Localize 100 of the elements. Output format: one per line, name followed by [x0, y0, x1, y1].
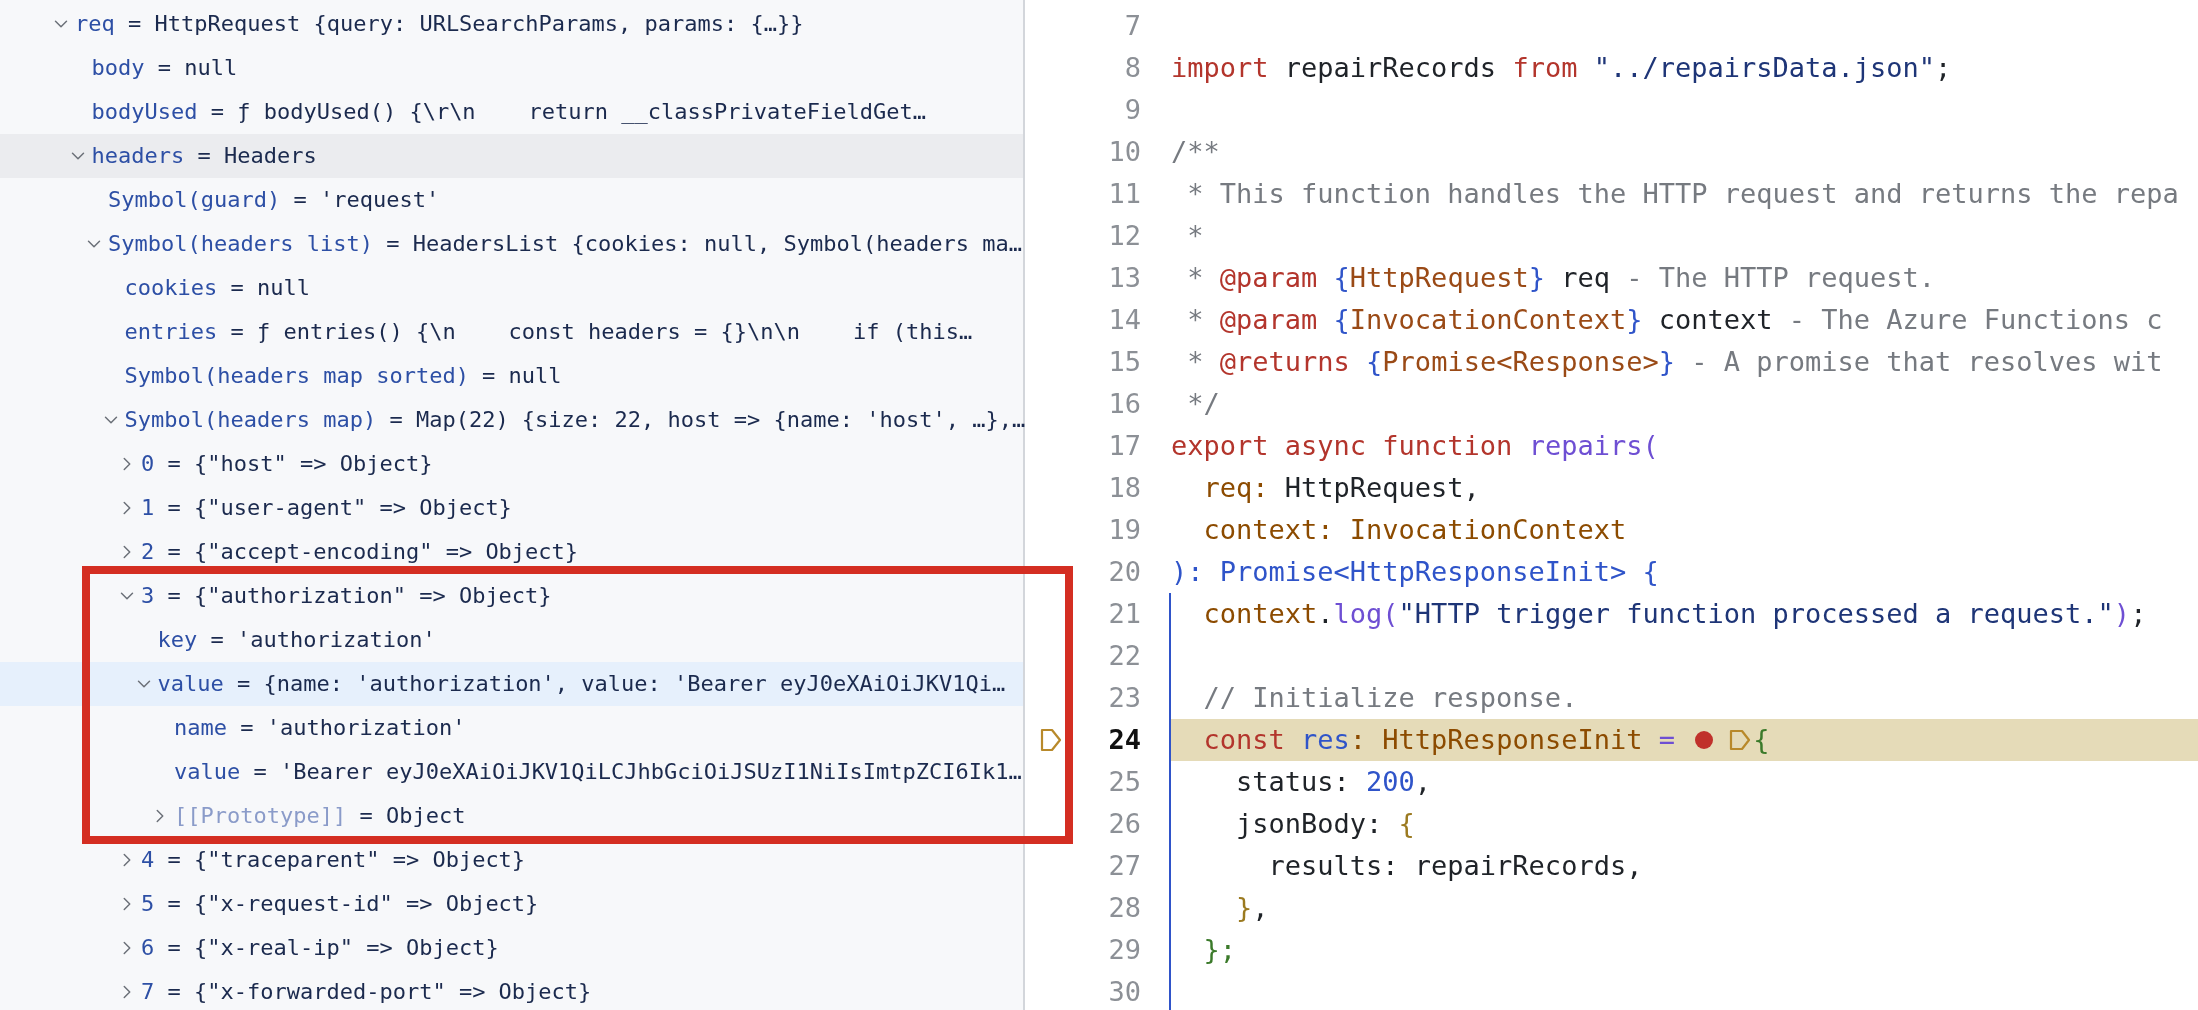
- variable-row[interactable]: cookies = null: [0, 266, 1023, 310]
- variable-value: = {"user-agent" => Object}: [166, 495, 512, 521]
- line-number: 7: [1123, 10, 1142, 42]
- variable-value: = 'request': [292, 187, 440, 213]
- line-number: 10: [1107, 136, 1142, 168]
- code-token: ;: [1935, 52, 1952, 84]
- variable-row[interactable]: body = null: [0, 46, 1023, 90]
- tag-icon[interactable]: [1039, 726, 1063, 754]
- code-token: "HTTP trigger function processed a request.": [1398, 598, 2114, 630]
- code-token: - A promise that resolves wit: [1690, 346, 2163, 378]
- code-token: ,: [1414, 766, 1432, 798]
- variable-row[interactable]: 0 = {"host" => Object}: [0, 442, 1023, 486]
- line-number: 24: [1107, 724, 1142, 756]
- variable-name: key: [157, 627, 198, 653]
- code-token: export async function: [1171, 430, 1514, 462]
- variable-name: 7: [141, 979, 155, 1005]
- code-token: 200: [1366, 766, 1415, 798]
- code-token: from: [1512, 52, 1578, 84]
- variable-row[interactable]: Symbol(headers map) = Map(22) {size: 22, host => {name: 'host', …},…: [0, 398, 1023, 442]
- code-token: * This function handles the HTTP request and returns the repa: [1186, 178, 2179, 210]
- line-number: 16: [1107, 388, 1142, 420]
- line-number: 15: [1107, 346, 1142, 378]
- variable-row[interactable]: entries = ƒ entries() {\n const headers = {}\n\n if (this…: [0, 310, 1023, 354]
- code-token: *: [1186, 220, 1204, 252]
- code-token: }: [1626, 304, 1643, 336]
- variable-row[interactable]: 3 = {"authorization" => Object}: [0, 574, 1023, 618]
- variable-row[interactable]: 2 = {"accept-encoding" => Object}: [0, 530, 1023, 574]
- variable-name: req: [75, 11, 115, 37]
- variable-value: = null: [481, 363, 562, 389]
- line-number: 17: [1107, 430, 1142, 462]
- breakpoint-dot-icon[interactable]: [1695, 731, 1714, 749]
- variable-row[interactable]: headers = Headers: [0, 134, 1023, 178]
- variable-row[interactable]: Symbol(headers map sorted) = null: [0, 354, 1023, 398]
- variable-row[interactable]: 7 = {"x-forwarded-port" => Object}: [0, 970, 1023, 1010]
- variable-row[interactable]: Symbol(guard) = 'request': [0, 178, 1023, 222]
- code-token: jsonBody:: [1235, 808, 1384, 840]
- variable-value: = ƒ entries() {\n const headers = {}\n\n if (this…: [229, 319, 973, 345]
- line-number: 14: [1107, 304, 1142, 336]
- variable-name: Symbol(headers list): [108, 231, 373, 257]
- line-number: 12: [1107, 220, 1142, 252]
- code-token: - The Azure Functions c: [1787, 304, 2163, 336]
- variable-row[interactable]: 4 = {"traceparent" => Object}: [0, 838, 1023, 882]
- code-token: InvocationContext: [1349, 304, 1627, 336]
- code-token: context: InvocationContext: [1202, 514, 1627, 546]
- code-token: {: [1333, 262, 1350, 294]
- variable-name: 3: [141, 583, 155, 609]
- variable-value: = ƒ bodyUsed() {\r\n return __classPrivateFieldGet…: [209, 99, 926, 125]
- variable-row[interactable]: value = {name: 'authorization', value: 'Bearer eyJ0eXAiOiJKV1Qi…: [0, 662, 1023, 706]
- code-token: /**: [1171, 136, 1220, 168]
- variable-name: name: [174, 715, 227, 741]
- variable-name: 2: [141, 539, 155, 565]
- code-token: context: [1202, 598, 1318, 630]
- code-token: repairRecords: [1283, 52, 1498, 84]
- code-token: HttpRequest: [1349, 262, 1529, 294]
- code-token: @param: [1219, 262, 1319, 294]
- variable-value: = {"authorization" => Object}: [166, 583, 552, 609]
- code-token: - The HTTP request.: [1625, 262, 1936, 294]
- variable-row[interactable]: req = HttpRequest {query: URLSearchParams, params: {…}}: [0, 2, 1023, 46]
- line-number: 30: [1107, 976, 1142, 1008]
- code-token: import: [1171, 52, 1269, 84]
- code-token: : HttpResponseInit: [1349, 724, 1643, 756]
- code-token: ;: [2130, 598, 2147, 630]
- variable-row[interactable]: Symbol(headers list) = HeadersList {cookies: null, Symbol(headers ma…: [0, 222, 1023, 266]
- variable-row[interactable]: [[Prototype]] = Object: [0, 794, 1023, 838]
- variable-row[interactable]: name = 'authorization': [0, 706, 1023, 750]
- code-token: req:: [1202, 472, 1269, 504]
- variable-row[interactable]: 1 = {"user-agent" => Object}: [0, 486, 1023, 530]
- code-token: {: [1753, 724, 1770, 756]
- code-token: */: [1186, 388, 1220, 420]
- variable-name: 6: [141, 935, 155, 961]
- code-token: "../repairsData.json": [1592, 52, 1936, 84]
- code-token: log(: [1333, 598, 1399, 630]
- line-number: 19: [1107, 514, 1142, 546]
- code-token: *: [1186, 262, 1205, 294]
- variable-value: = 'authorization': [209, 627, 436, 653]
- code-token: ): Promise<HttpResponseInit> {: [1171, 556, 1659, 588]
- line-number: 20: [1107, 556, 1142, 588]
- variable-name: Symbol(headers map): [124, 407, 377, 433]
- variable-value: = {"traceparent" => Object}: [166, 847, 526, 873]
- line-number: 13: [1107, 262, 1142, 294]
- code-token: =: [1657, 724, 1676, 756]
- code-token: }: [1528, 262, 1545, 294]
- code-token: status:: [1235, 766, 1351, 798]
- code-token: }: [1658, 346, 1675, 378]
- code-token: {: [1366, 346, 1383, 378]
- variable-row[interactable]: 5 = {"x-request-id" => Object}: [0, 882, 1023, 926]
- variable-row[interactable]: value = 'Bearer eyJ0eXAiOiJKV1QiLCJhbGciOiJSUzI1NiIsImtpZCI6Ik1…: [0, 750, 1023, 794]
- variable-row[interactable]: bodyUsed = ƒ bodyUsed() {\r\n return __classPrivateFieldGet…: [0, 90, 1023, 134]
- variable-row[interactable]: 6 = {"x-real-ip" => Object}: [0, 926, 1023, 970]
- variable-row[interactable]: key = 'authorization': [0, 618, 1023, 662]
- variable-name: 1: [141, 495, 155, 521]
- code-token: req: [1560, 262, 1610, 294]
- code-token: HttpRequest,: [1283, 472, 1480, 504]
- line-number: 25: [1107, 766, 1142, 798]
- variable-value: = Object: [358, 803, 466, 829]
- code-token: {: [1398, 808, 1415, 840]
- variable-value: = {"accept-encoding" => Object}: [166, 539, 579, 565]
- line-number: 29: [1107, 934, 1142, 966]
- code-token: results: repairRecords,: [1267, 850, 1643, 882]
- variable-value: = {"x-real-ip" => Object}: [166, 935, 499, 961]
